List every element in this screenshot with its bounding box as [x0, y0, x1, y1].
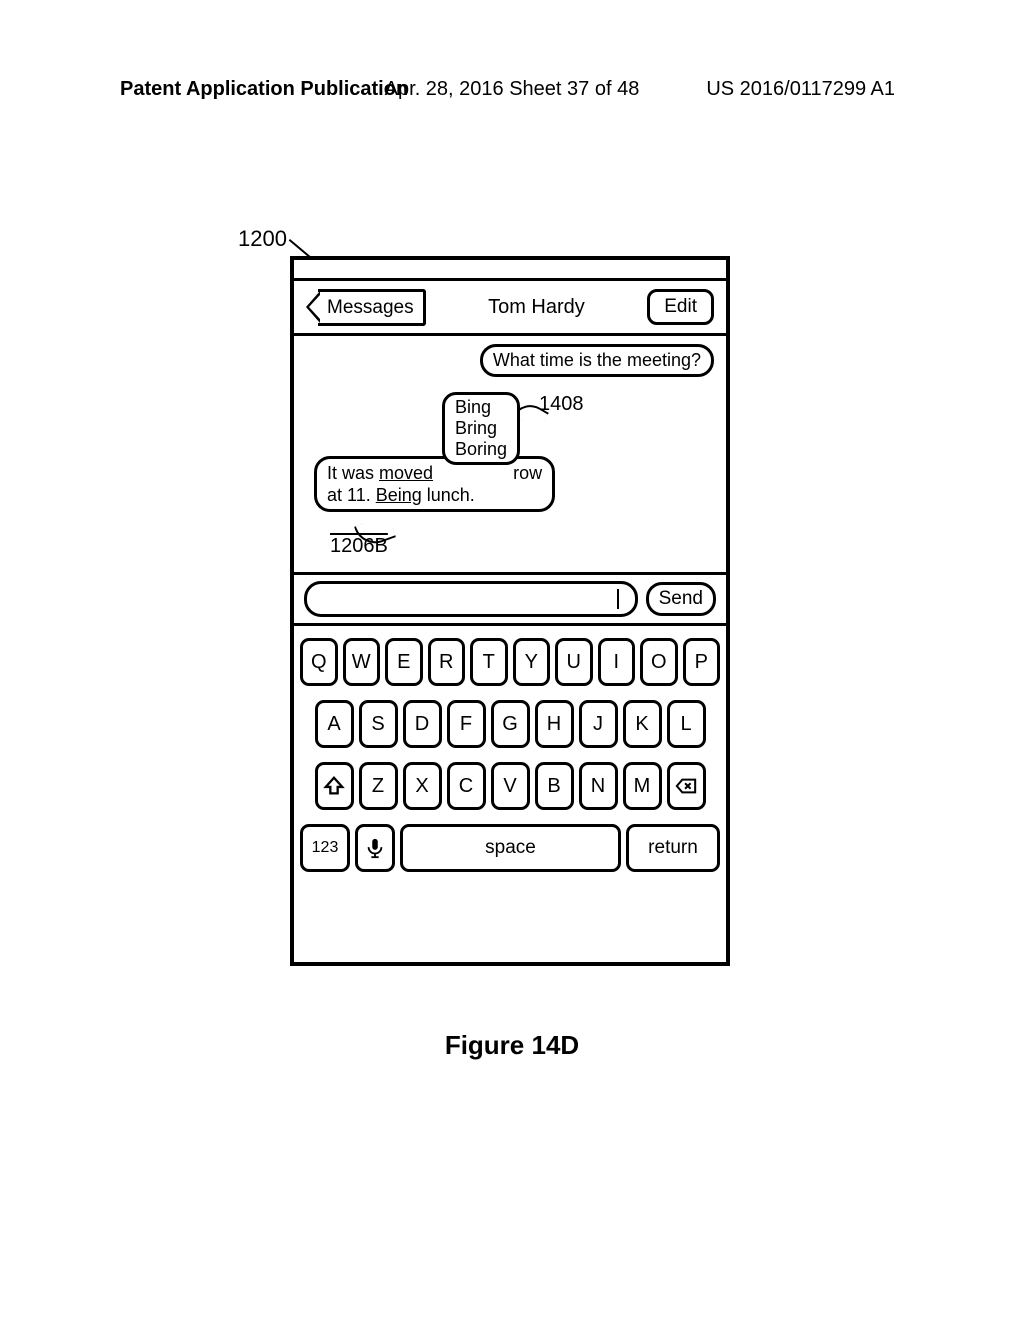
shift-icon	[323, 775, 345, 797]
key-123[interactable]: 123	[300, 824, 350, 872]
ref-label-1206b: 1206B	[330, 535, 388, 558]
compose-bar: Send	[294, 575, 726, 626]
key-h[interactable]: H	[535, 700, 574, 748]
text-cursor	[617, 589, 619, 609]
keyboard: Q W E R T Y U I O P A S D F G H J K L	[294, 626, 726, 882]
key-q[interactable]: Q	[300, 638, 338, 686]
corrected-word[interactable]: Being	[376, 485, 422, 505]
key-a[interactable]: A	[315, 700, 354, 748]
key-c[interactable]: C	[447, 762, 486, 810]
key-t[interactable]: T	[470, 638, 508, 686]
key-l[interactable]: L	[667, 700, 706, 748]
figure-caption: Figure 14D	[0, 1030, 1024, 1061]
ref-label-1408: 1408	[539, 393, 584, 416]
key-x[interactable]: X	[403, 762, 442, 810]
back-button[interactable]: Messages	[306, 289, 426, 326]
key-g[interactable]: G	[491, 700, 530, 748]
message-incoming-1206b[interactable]: It was moved________row at 11. Being lun…	[314, 456, 555, 512]
conversation-title: Tom Hardy	[488, 296, 585, 319]
back-label: Messages	[318, 289, 426, 326]
key-return[interactable]: return	[626, 824, 720, 872]
compose-input[interactable]	[304, 581, 638, 617]
key-u[interactable]: U	[555, 638, 593, 686]
suggestion-item[interactable]: Bring	[455, 418, 507, 439]
key-o[interactable]: O	[640, 638, 678, 686]
key-p[interactable]: P	[683, 638, 721, 686]
backspace-icon	[675, 775, 697, 797]
key-backspace[interactable]	[667, 762, 706, 810]
key-b[interactable]: B	[535, 762, 574, 810]
key-m[interactable]: M	[623, 762, 662, 810]
key-f[interactable]: F	[447, 700, 486, 748]
key-row-2: A S D F G H J K L	[300, 700, 720, 748]
conversation-area: What time is the meeting? Bing Bring Bor…	[294, 336, 726, 575]
nav-bar: Messages Tom Hardy Edit	[294, 281, 726, 336]
device-1200: Messages Tom Hardy Edit What time is the…	[290, 256, 730, 966]
send-button[interactable]: Send	[646, 582, 716, 616]
key-k[interactable]: K	[623, 700, 662, 748]
key-s[interactable]: S	[359, 700, 398, 748]
key-d[interactable]: D	[403, 700, 442, 748]
key-v[interactable]: V	[491, 762, 530, 810]
patent-figure-page: Patent Application Publication Apr. 28, …	[0, 0, 1024, 1320]
key-dictation[interactable]	[355, 824, 395, 872]
key-e[interactable]: E	[385, 638, 423, 686]
key-row-3: Z X C V B N M	[300, 762, 720, 810]
key-j[interactable]: J	[579, 700, 618, 748]
autocorrect-popup-1408[interactable]: Bing Bring Boring	[442, 392, 520, 465]
key-space[interactable]: space	[400, 824, 621, 872]
status-bar	[294, 260, 726, 281]
key-row-1: Q W E R T Y U I O P	[300, 638, 720, 686]
key-n[interactable]: N	[579, 762, 618, 810]
key-i[interactable]: I	[598, 638, 636, 686]
edit-button[interactable]: Edit	[647, 289, 714, 325]
message-outgoing: What time is the meeting?	[480, 344, 714, 377]
key-w[interactable]: W	[343, 638, 381, 686]
suggestion-item[interactable]: Boring	[455, 439, 507, 460]
ref-label-1200: 1200	[238, 226, 287, 252]
key-z[interactable]: Z	[359, 762, 398, 810]
key-shift[interactable]	[315, 762, 354, 810]
key-r[interactable]: R	[428, 638, 466, 686]
header-right: US 2016/0117299 A1	[0, 78, 895, 101]
microphone-icon	[364, 837, 386, 859]
corrected-word[interactable]: moved	[379, 463, 433, 483]
suggestion-item[interactable]: Bing	[455, 397, 507, 418]
key-row-4: 123 space return	[300, 824, 720, 872]
key-y[interactable]: Y	[513, 638, 551, 686]
